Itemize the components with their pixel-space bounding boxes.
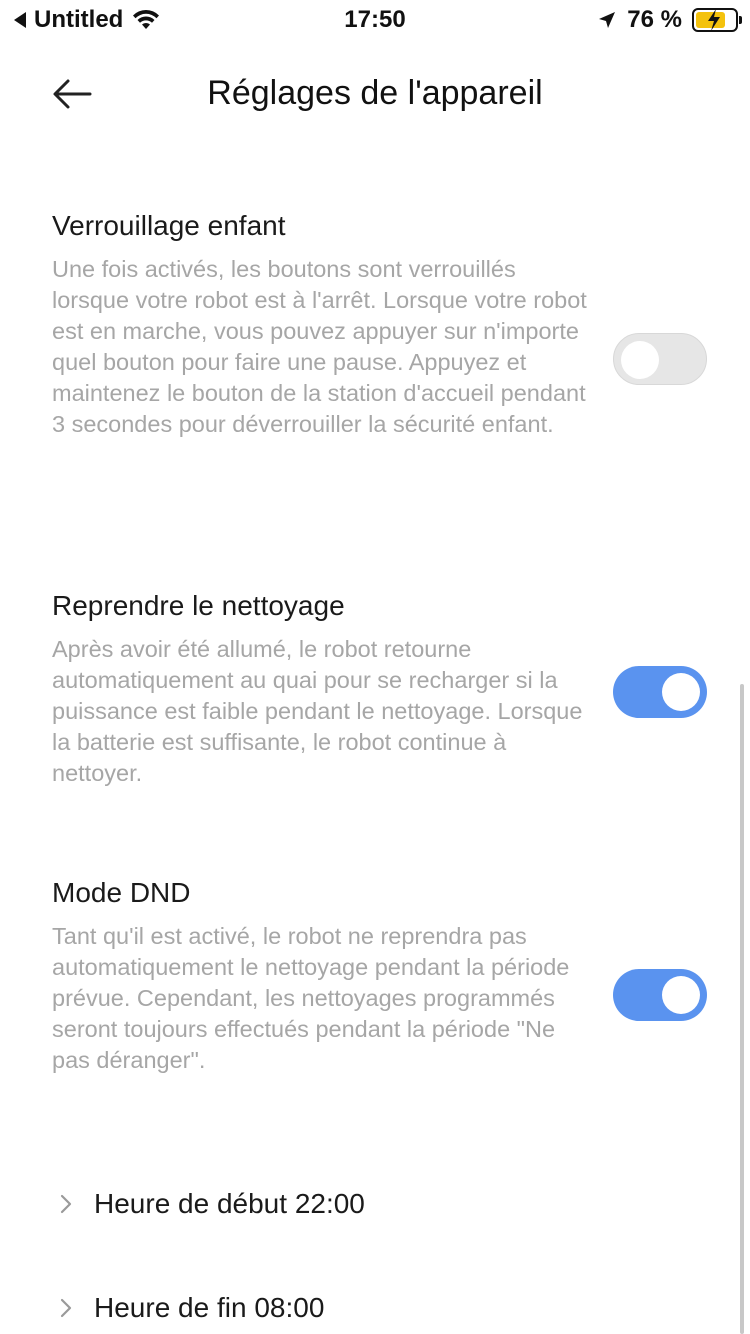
location-arrow-icon	[599, 12, 616, 28]
battery-nub	[739, 16, 742, 24]
child-lock-toggle[interactable]	[613, 333, 707, 385]
toggle-knob	[662, 976, 700, 1014]
setting-description: Après avoir été allumé, le robot retourn…	[52, 636, 583, 786]
charging-bolt-icon	[708, 9, 720, 31]
dnd-mode-toggle[interactable]	[613, 969, 707, 1021]
setting-description: Tant qu'il est activé, le robot ne repre…	[52, 923, 570, 1073]
dnd-start-time-label: Heure de début 22:00	[94, 1188, 365, 1219]
setting-child-lock: Verrouillage enfant Une fois activés, le…	[52, 210, 712, 440]
setting-dnd-mode: Mode DND Tant qu'il est activé, le robot…	[52, 877, 712, 1076]
page-title: Réglages de l'appareil	[207, 74, 543, 112]
setting-title: Mode DND	[52, 877, 191, 908]
battery-icon	[692, 8, 742, 32]
status-bar: Untitled 17:50 76 %	[0, 0, 750, 42]
resume-cleaning-toggle[interactable]	[613, 666, 707, 718]
scrollbar[interactable]	[740, 684, 744, 1334]
toggle-knob	[662, 673, 700, 711]
status-right: 76 %	[597, 6, 742, 34]
dnd-end-time-label: Heure de fin 08:00	[94, 1292, 325, 1323]
setting-description: Une fois activés, les boutons sont verro…	[52, 256, 587, 437]
chevron-right-icon	[60, 1194, 72, 1214]
setting-title: Verrouillage enfant	[52, 210, 286, 241]
battery-percent: 76 %	[627, 6, 682, 33]
setting-title: Reprendre le nettoyage	[52, 590, 345, 621]
toggle-knob	[621, 341, 659, 379]
dnd-end-time-row[interactable]: Heure de fin 08:00	[52, 1292, 324, 1324]
nav-header: Réglages de l'appareil	[0, 60, 750, 130]
dnd-start-time-row[interactable]: Heure de début 22:00	[52, 1188, 365, 1220]
chevron-right-icon	[60, 1298, 72, 1318]
